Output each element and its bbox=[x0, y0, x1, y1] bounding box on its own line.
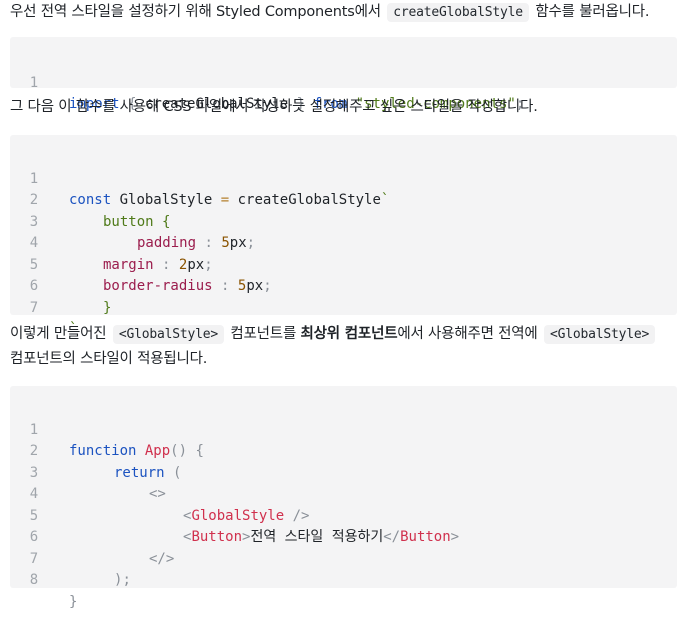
brace-close: } bbox=[69, 593, 78, 610]
code-line: 3 <> bbox=[10, 441, 677, 503]
code-line: 1 function App() { bbox=[10, 398, 677, 460]
intro-text-before: 우선 전역 스타일을 설정하기 위해 Styled Components에서 bbox=[10, 4, 381, 20]
code-line: 5 border-radius : 5px; bbox=[10, 233, 677, 295]
code-block-app: 1 function App() { 2 return ( 3 <> 4 <Gl… bbox=[10, 386, 677, 610]
code-block-global-style: 1 const GlobalStyle = createGlobalStyle`… bbox=[10, 135, 677, 338]
code-line: 8 } bbox=[10, 549, 677, 610]
intro-paragraph: 우선 전역 스타일을 설정하기 위해 Styled Components에서 c… bbox=[10, 0, 679, 25]
description-paragraph: 그 다음 이 함수를 사용해 CSS 파일에서 작성하듯 설정해주고 싶은 스타… bbox=[10, 95, 679, 119]
code-line: 2 return ( bbox=[10, 420, 677, 481]
code-line: 4 margin : 2px; bbox=[10, 212, 677, 273]
code-line: 3 padding : 5px; bbox=[10, 190, 677, 252]
line-number: 8 bbox=[29, 572, 39, 588]
code-line: 6 </> bbox=[10, 506, 677, 567]
usage-text-mid: 컴포넌트를 bbox=[230, 326, 297, 342]
usage-text-line2: 컴포넌트의 스타일이 적용됩니다. bbox=[10, 351, 208, 367]
usage-paragraph: 이렇게 만들어진 <GlobalStyle> 컴포넌트를 최상위 컴포넌트에서 … bbox=[10, 322, 679, 371]
code-line: 4 <GlobalStyle /> bbox=[10, 463, 677, 524]
code-line: 2 button { bbox=[10, 169, 677, 230]
code-line: 7 ` bbox=[10, 276, 677, 338]
code-line: 6 } bbox=[10, 255, 677, 316]
code-line: 7 ); bbox=[10, 527, 677, 589]
code-line: 1 const GlobalStyle = createGlobalStyle` bbox=[10, 147, 677, 209]
line-number: 1 bbox=[29, 74, 39, 91]
code-block-import: 1 import { createGlobalStyle } from "sty… bbox=[10, 37, 677, 113]
code-line: 5 <Button>전역 스타일 적용하기</Button> bbox=[10, 484, 677, 546]
code-line: 1 import { createGlobalStyle } from "sty… bbox=[10, 51, 677, 113]
description-text: 그 다음 이 함수를 사용해 CSS 파일에서 작성하듯 설정해주고 싶은 스타… bbox=[10, 99, 538, 115]
usage-text-mid2: 에서 사용해주면 전역에 bbox=[397, 326, 538, 342]
usage-text-before: 이렇게 만들어진 bbox=[10, 326, 107, 342]
brace-close: } bbox=[103, 299, 112, 316]
line-number: 7 bbox=[29, 299, 39, 316]
intro-text-after: 함수를 불러옵니다. bbox=[535, 4, 650, 20]
usage-text-bold: 최상위 컴포넌트 bbox=[300, 326, 398, 342]
inline-code-globalstyle: <GlobalStyle> bbox=[112, 325, 224, 344]
inline-code-globalstyle-2: <GlobalStyle> bbox=[543, 325, 656, 344]
inline-code-createGlobalStyle: createGlobalStyle bbox=[387, 3, 529, 22]
semicolon: ; bbox=[122, 572, 131, 588]
